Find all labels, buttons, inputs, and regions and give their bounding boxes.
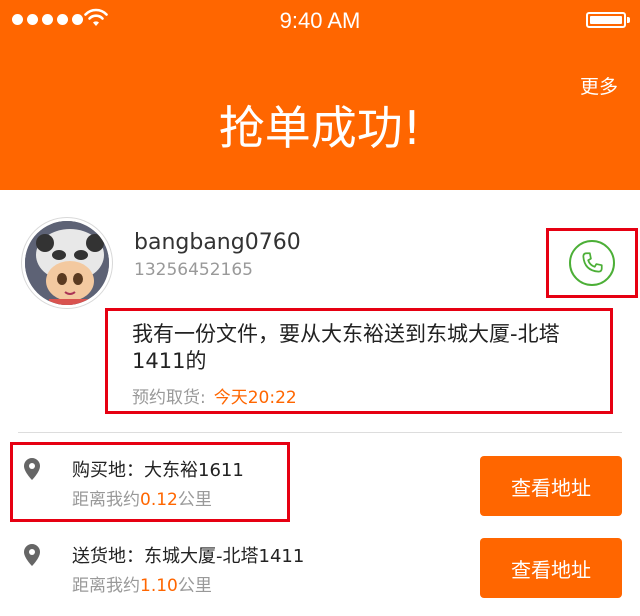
battery-icon: [586, 12, 630, 28]
address-row-purchase: 购买地：大东裕1611 距离我约0.12公里 查看地址: [0, 440, 640, 522]
purchase-address: 购买地：大东裕1611: [72, 460, 244, 481]
call-highlight-box: [546, 228, 638, 298]
divider: [18, 432, 622, 433]
address-highlight-box: [10, 442, 290, 522]
distance-value: 0.12: [140, 490, 178, 510]
pickup-label: 预约取货:: [132, 388, 206, 408]
status-time: 9:40 AM: [279, 8, 361, 33]
phone-number: 13256452165: [134, 260, 253, 280]
distance-value: 1.10: [140, 576, 178, 596]
order-description-box: 我有一份文件，要从大东裕送到东城大厦-北塔1411的 预约取货: 今天20:22: [105, 308, 613, 414]
distance-prefix: 距离我约: [72, 490, 140, 510]
call-button[interactable]: [569, 240, 615, 286]
avatar: [22, 218, 112, 308]
panda-hat-avatar-icon: [25, 221, 109, 305]
page-title: 抢单成功!: [218, 101, 422, 155]
view-purchase-address-button[interactable]: 查看地址: [480, 456, 622, 516]
phone-icon: [582, 252, 603, 273]
username: bangbang0760: [134, 230, 301, 255]
pickup-info: 预约取货: 今天20:22: [132, 383, 297, 408]
distance-unit: 公里: [177, 490, 212, 510]
address-row-delivery: 送货地：东城大厦-北塔1411 距离我约1.10公里 查看地址: [0, 526, 640, 606]
location-pin-icon: [24, 458, 40, 480]
view-delivery-address-button[interactable]: 查看地址: [480, 538, 622, 598]
delivery-distance: 距离我约1.10公里: [72, 571, 212, 596]
pickup-time: 今天20:22: [213, 388, 297, 408]
distance-unit: 公里: [177, 576, 212, 596]
status-bar: 9:40 AM: [0, 0, 640, 40]
purchase-distance: 距离我约0.12公里: [72, 485, 212, 510]
order-description: 我有一份文件，要从大东裕送到东城大厦-北塔1411的: [132, 322, 560, 373]
order-content: bangbang0760 13256452165 我有一份文件，要从大东裕送到东…: [0, 190, 640, 616]
location-pin-icon: [24, 544, 40, 566]
header: 9:40 AM 更多 抢单成功!: [0, 0, 640, 190]
distance-prefix: 距离我约: [72, 576, 140, 596]
delivery-address: 送货地：东城大厦-北塔1411: [72, 546, 305, 567]
